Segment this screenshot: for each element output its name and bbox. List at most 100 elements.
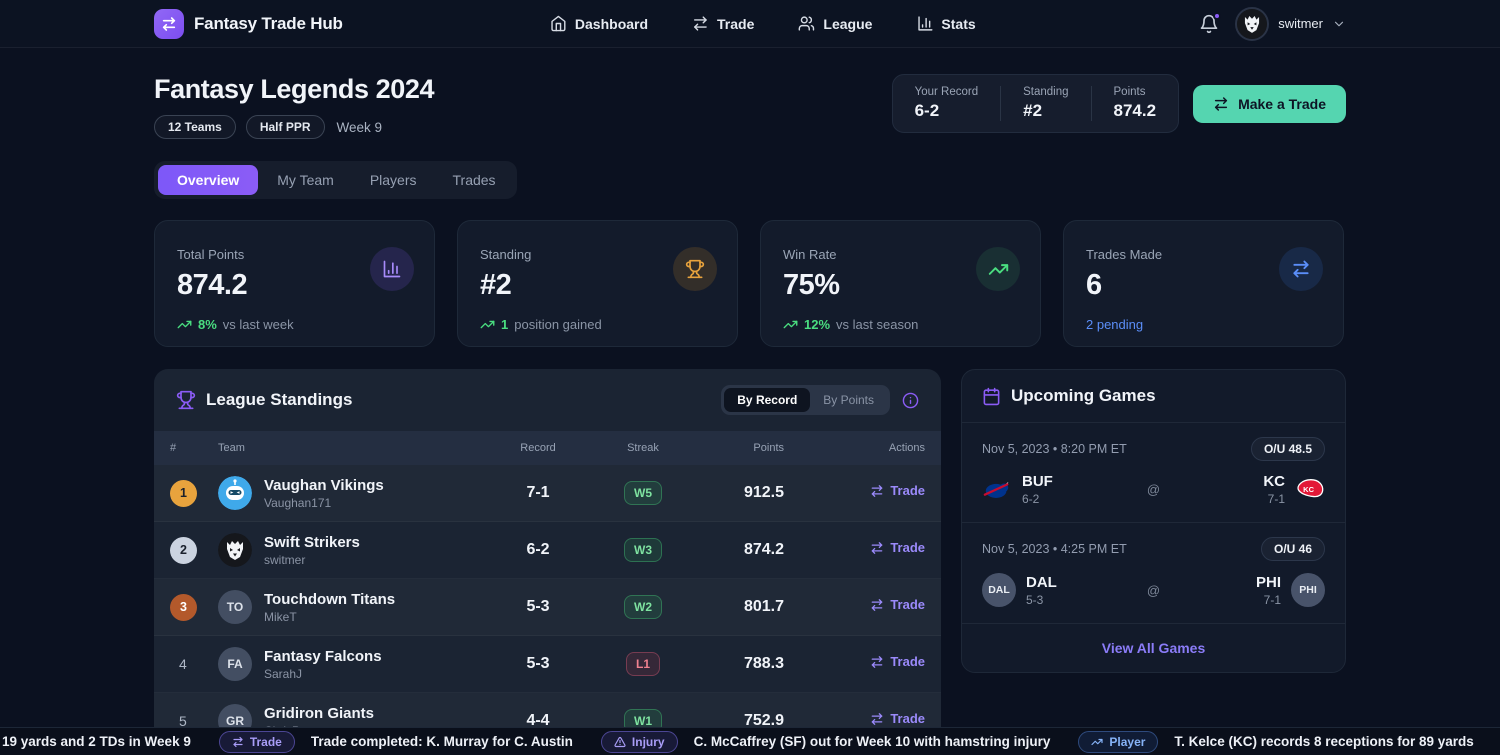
warning-triangle-icon: [614, 736, 626, 748]
nav-item-label: League: [823, 16, 872, 32]
avatar: [1235, 7, 1269, 41]
over-under-badge: O/U 48.5: [1251, 437, 1325, 461]
away-team-abbr: BUF: [1022, 473, 1053, 490]
tab-my-team[interactable]: My Team: [260, 165, 351, 195]
summary-label: Points: [1114, 86, 1157, 98]
col-points: Points: [688, 442, 784, 454]
trade-label: Trade: [890, 483, 925, 498]
make-trade-button[interactable]: Make a Trade: [1193, 85, 1346, 123]
ticker-item: Injury C. McCaffrey (SF) out for Week 10…: [601, 731, 1050, 753]
team-name: Fantasy Falcons: [264, 648, 382, 665]
points-cell: 788.3: [688, 655, 784, 673]
home-team-abbr: PHI: [1256, 574, 1281, 591]
stat-note: vs last week: [223, 317, 294, 332]
stat-card-trades-made: Trades Made 6 2 pending: [1063, 220, 1344, 347]
trade-badge: Trade: [219, 731, 295, 753]
trade-arrows-icon: [692, 15, 709, 32]
trade-arrows-icon: [1213, 96, 1229, 112]
trending-up-icon: [177, 317, 192, 332]
page-title: Fantasy Legends 2024: [154, 74, 434, 105]
trade-button[interactable]: Trade: [870, 654, 925, 669]
player-badge: Player: [1078, 731, 1158, 753]
robot-avatar: [218, 476, 252, 510]
points-cell: 912.5: [688, 484, 784, 502]
badge-label: Player: [1109, 735, 1145, 749]
trade-arrows-icon: [870, 541, 884, 555]
svg-text:KC: KC: [1303, 484, 1314, 493]
tab-trades[interactable]: Trades: [436, 165, 513, 195]
toggle-by-points[interactable]: By Points: [810, 388, 887, 412]
ticker-text: Trade completed: K. Murray for C. Austin: [311, 734, 573, 749]
standings-title: League Standings: [206, 390, 352, 410]
rank-text: 4: [170, 656, 218, 672]
week-label: Week 9: [337, 120, 383, 135]
info-icon[interactable]: [902, 392, 919, 409]
teams-badge: 12 Teams: [154, 115, 236, 139]
badge-label: Trade: [250, 735, 282, 749]
trade-button[interactable]: Trade: [870, 711, 925, 726]
summary-value: 6-2: [915, 101, 979, 121]
summary-label: Standing: [1023, 86, 1068, 98]
team-owner: switmer: [264, 553, 360, 567]
view-tabs: Overview My Team Players Trades: [154, 161, 517, 199]
league-standings-panel: League Standings By Record By Points # T…: [154, 369, 941, 746]
nav-item-dashboard[interactable]: Dashboard: [550, 15, 648, 32]
home-team-record: 7-1: [1256, 593, 1281, 607]
stat-delta: 12%: [804, 317, 830, 332]
trade-button[interactable]: Trade: [870, 540, 925, 555]
scoring-badge: Half PPR: [246, 115, 325, 139]
stat-delta: 8%: [198, 317, 217, 332]
trade-arrows-icon: [870, 712, 884, 726]
record-cell: 6-2: [478, 541, 598, 559]
top-nav: Fantasy Trade Hub Dashboard Trade League…: [0, 0, 1500, 48]
wolf-avatar: [218, 533, 252, 567]
bar-chart-icon: [370, 247, 414, 291]
stat-note: vs last season: [836, 317, 918, 332]
team-initials-avatar: TO: [218, 590, 252, 624]
tab-overview[interactable]: Overview: [158, 165, 258, 195]
stat-note: position gained: [514, 317, 601, 332]
rank-badge: 3: [170, 594, 197, 621]
chevron-down-icon: [1332, 17, 1346, 31]
view-all-games-link[interactable]: View All Games: [962, 624, 1345, 672]
ticker-text: T. Kelce (KC) records 8 receptions for 8…: [1174, 734, 1473, 749]
trending-up-icon: [976, 247, 1020, 291]
game-item: Nov 5, 2023 • 8:20 PM ET O/U 48.5 BUF 6-…: [962, 423, 1345, 523]
summary-value: #2: [1023, 101, 1068, 121]
trending-up-icon: [783, 317, 798, 332]
team-name: Touchdown Titans: [264, 591, 395, 608]
summary-value: 874.2: [1114, 101, 1157, 121]
trade-arrows-icon: [232, 736, 244, 748]
tab-players[interactable]: Players: [353, 165, 434, 195]
ticker-item: Trade Trade completed: K. Murray for C. …: [219, 731, 573, 753]
trade-arrows-icon: [870, 484, 884, 498]
team-name: Gridiron Giants: [264, 705, 374, 722]
nav-item-trade[interactable]: Trade: [692, 15, 754, 32]
toggle-by-record[interactable]: By Record: [724, 388, 810, 412]
trending-up-icon: [1091, 736, 1103, 748]
streak-badge: W5: [624, 481, 662, 505]
nav-item-league[interactable]: League: [798, 15, 872, 32]
phi-logo: PHI: [1291, 573, 1325, 607]
injury-badge: Injury: [601, 731, 678, 753]
notifications-button[interactable]: [1197, 12, 1221, 36]
rank-badge: 2: [170, 537, 197, 564]
user-menu[interactable]: switmer: [1235, 7, 1346, 41]
users-icon: [798, 15, 815, 32]
away-team-record: 5-3: [1026, 593, 1057, 607]
rank-badge: 1: [170, 480, 197, 507]
col-team: Team: [218, 442, 478, 454]
stat-card-win-rate: Win Rate 75% 12% vs last season: [760, 220, 1041, 347]
brand[interactable]: Fantasy Trade Hub: [154, 9, 343, 39]
points-cell: 874.2: [688, 541, 784, 559]
col-streak: Streak: [598, 442, 688, 454]
trade-button[interactable]: Trade: [870, 483, 925, 498]
nav-item-stats[interactable]: Stats: [916, 15, 975, 32]
trade-arrows-icon: [1279, 247, 1323, 291]
home-team-record: 7-1: [1263, 492, 1285, 506]
at-symbol: @: [1147, 482, 1160, 497]
col-record: Record: [478, 442, 598, 454]
trade-button[interactable]: Trade: [870, 597, 925, 612]
pending-trades-link[interactable]: 2 pending: [1086, 317, 1143, 332]
cta-label: Make a Trade: [1238, 96, 1326, 112]
